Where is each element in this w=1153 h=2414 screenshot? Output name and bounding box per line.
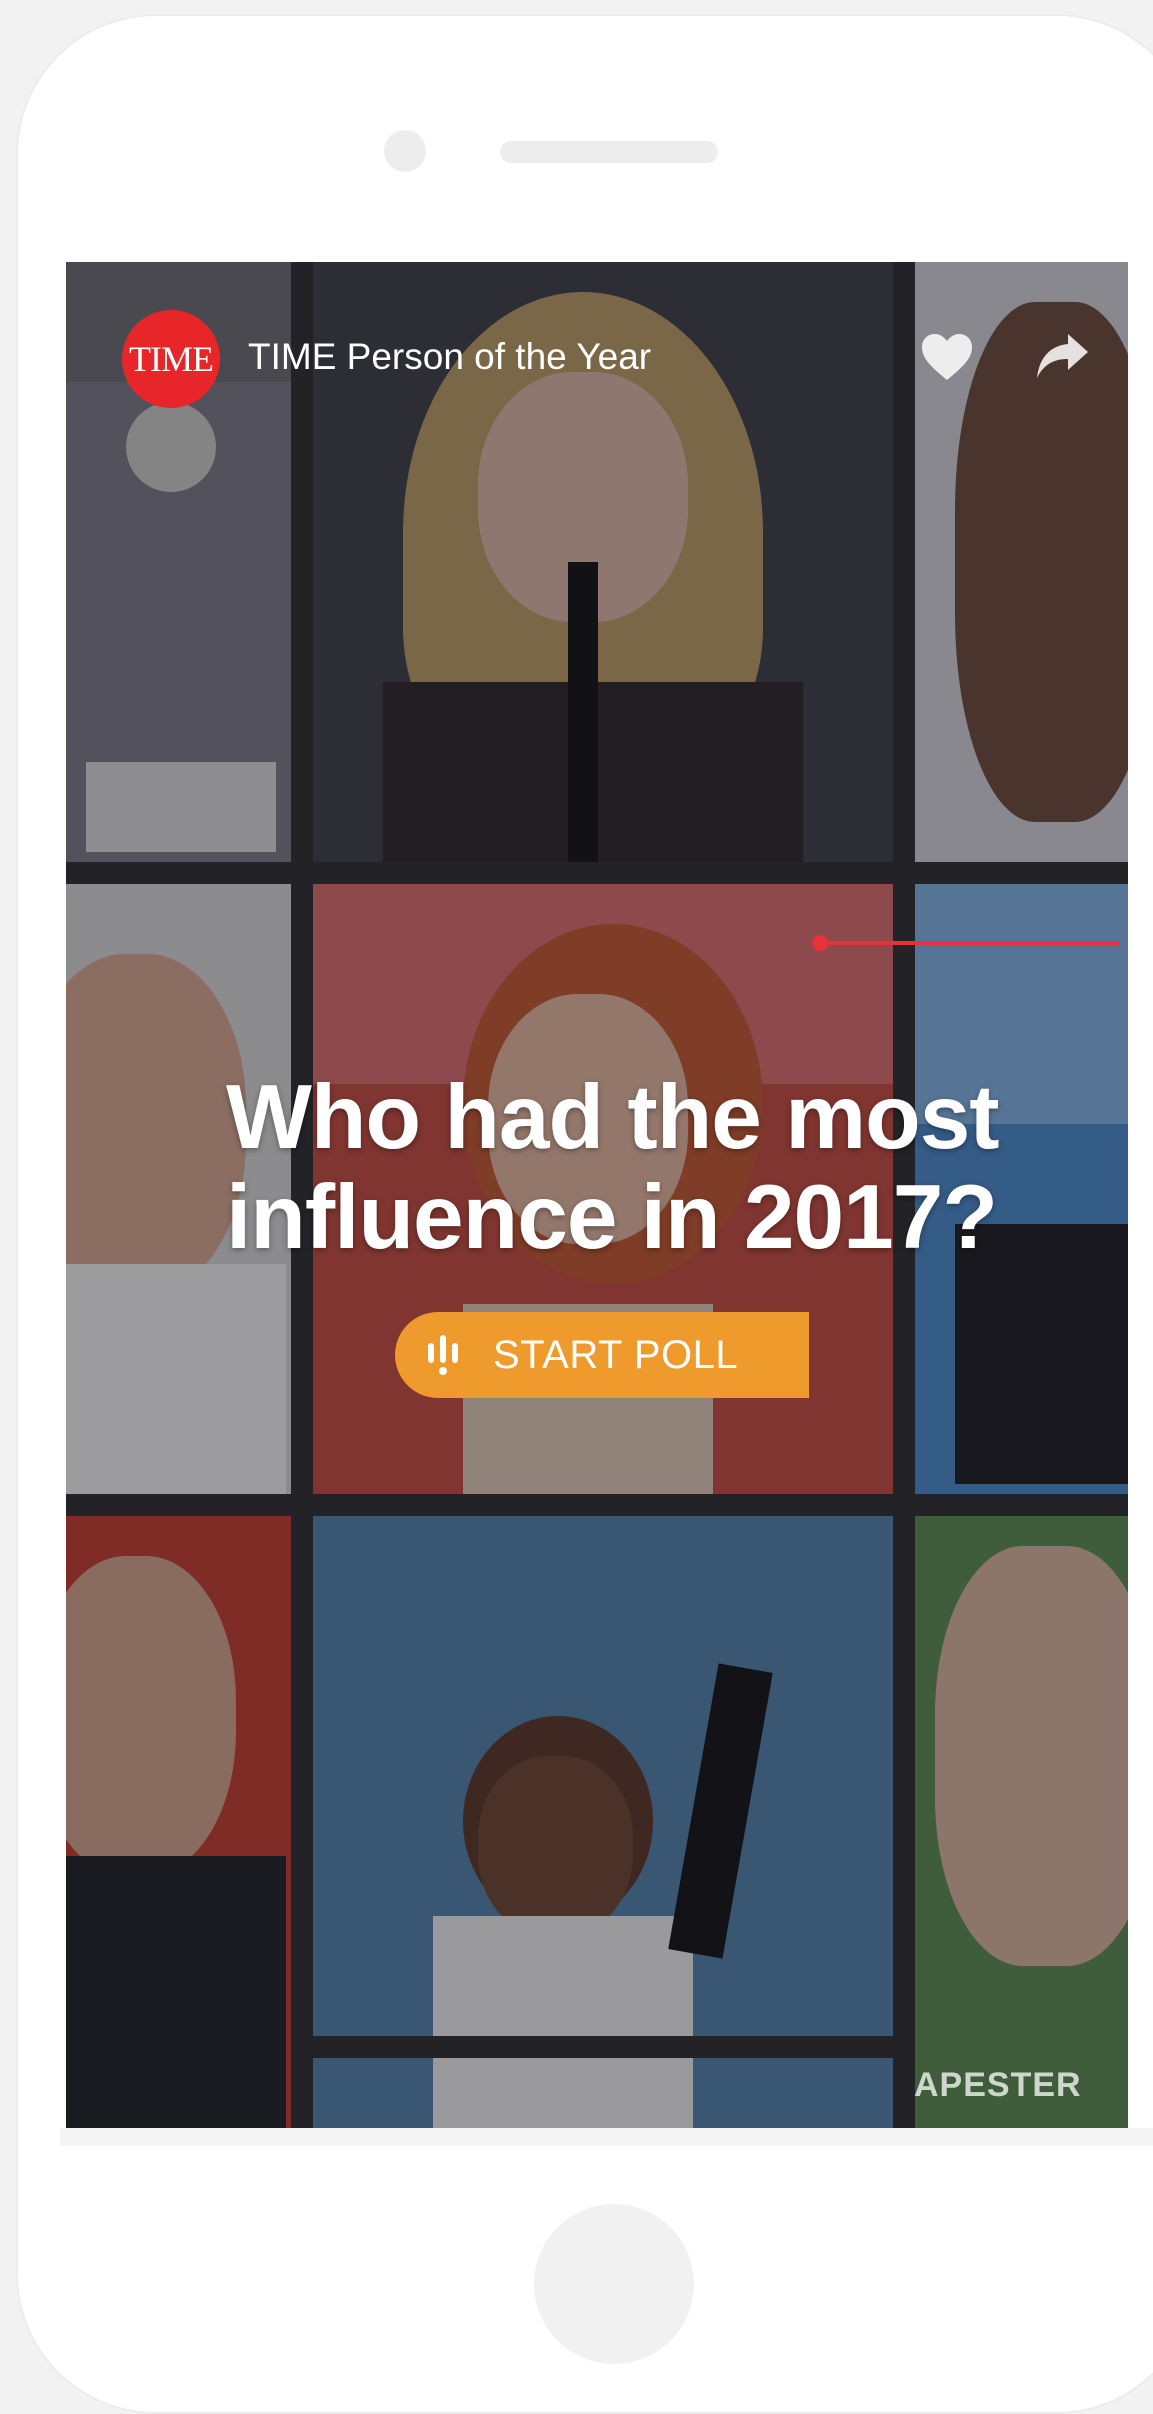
share-icon[interactable]	[1034, 330, 1090, 382]
earpiece-speaker	[500, 141, 718, 163]
channel-title: TIME Person of the Year	[248, 336, 652, 377]
home-button[interactable]	[534, 2204, 694, 2364]
poll-screen: TIME TIME Person of the Year Who had the…	[66, 262, 1128, 2128]
poll-header: TIME TIME Person of the Year	[66, 262, 1128, 408]
poll-bars-icon	[428, 1335, 458, 1375]
apester-wordmark: APESTER	[914, 2066, 1082, 2104]
start-poll-button[interactable]: START POLL	[395, 1312, 809, 1398]
start-poll-label: START POLL	[493, 1332, 739, 1377]
screen-bottom-bezel	[60, 2128, 1153, 2146]
heart-icon[interactable]	[920, 332, 974, 382]
annotation-pointer-dot	[812, 935, 828, 951]
front-camera	[384, 130, 426, 172]
annotation-pointer-line	[820, 941, 1120, 945]
time-logo: TIME	[122, 310, 220, 408]
poll-question: Who had the most influence in 2017?	[226, 1067, 1000, 1268]
